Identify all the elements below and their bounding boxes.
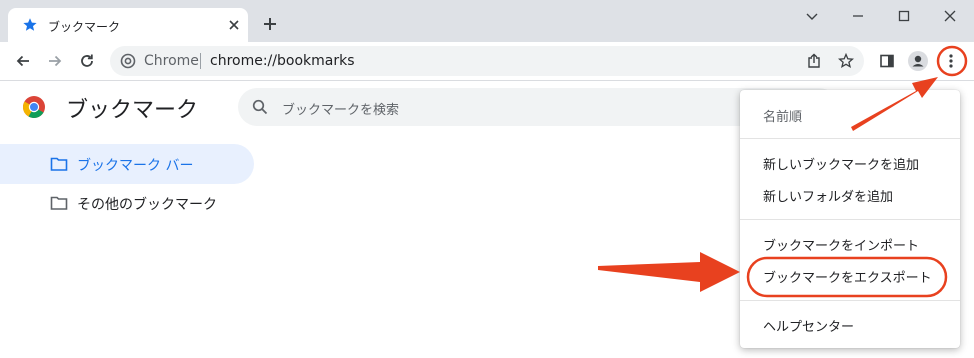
new-tab-plus-icon[interactable] <box>262 16 278 32</box>
sidebar-item-label: ブックマーク バー <box>77 158 194 174</box>
tab-bookmarks[interactable]: ブックマーク <box>8 8 248 42</box>
close-icon[interactable] <box>226 17 242 33</box>
reload-icon[interactable] <box>78 52 96 70</box>
kebab-menu-icon[interactable] <box>942 52 960 70</box>
chevron-down-icon[interactable] <box>804 8 820 24</box>
folder-icon <box>50 157 68 171</box>
bookmark-star-icon[interactable] <box>838 53 854 69</box>
search-icon <box>252 99 268 115</box>
side-panel-icon[interactable] <box>878 52 896 70</box>
sidebar-item-bookmark-bar[interactable]: ブックマーク バー <box>0 144 254 184</box>
search-input[interactable]: ブックマークを検索 <box>282 99 399 118</box>
url-text[interactable]: chrome://bookmarks <box>210 53 354 69</box>
sidebar-item-label: その他のブックマーク <box>77 197 217 213</box>
minimize-icon[interactable] <box>850 8 866 24</box>
maximize-icon[interactable] <box>896 8 912 24</box>
menu-item-add-folder[interactable]: 新しいフォルダを追加 <box>740 178 960 210</box>
tab-title: ブックマーク <box>48 20 121 34</box>
menu-item-import-bookmarks[interactable]: ブックマークをインポート <box>740 227 960 259</box>
profile-avatar-icon[interactable] <box>908 51 928 71</box>
omnibox-separator <box>200 53 201 69</box>
organize-menu: 名前順 新しいブックマークを追加 新しいフォルダを追加 ブックマークをインポート… <box>740 90 960 348</box>
arrow-to-export <box>598 252 740 292</box>
menu-item-add-bookmark[interactable]: 新しいブックマークを追加 <box>740 146 960 178</box>
forward-arrow-icon[interactable] <box>46 52 64 70</box>
page-title: ブックマーク <box>66 98 199 123</box>
site-chip-label: Chrome <box>144 53 199 69</box>
menu-item-label: ブックマークをエクスポート <box>763 271 932 286</box>
menu-item-label: 名前順 <box>763 110 803 125</box>
menu-item-label: 新しいブックマークを追加 <box>763 158 920 173</box>
chrome-logo <box>23 96 45 118</box>
address-bar[interactable]: Chrome chrome://bookmarks <box>110 46 864 76</box>
star-icon <box>23 18 37 31</box>
tab-strip: ブックマーク <box>0 0 974 42</box>
close-window-icon[interactable] <box>942 8 958 24</box>
menu-divider <box>740 300 960 301</box>
menu-item-sort-by-name[interactable]: 名前順 <box>740 98 960 130</box>
menu-item-label: ブックマークをインポート <box>763 239 920 254</box>
menu-divider <box>740 138 960 139</box>
menu-item-help-center[interactable]: ヘルプセンター <box>740 308 960 340</box>
menu-item-label: ヘルプセンター <box>763 320 855 335</box>
sidebar-item-other-bookmarks[interactable]: その他のブックマーク <box>0 183 254 223</box>
menu-item-label: 新しいフォルダを追加 <box>763 190 894 205</box>
menu-item-export-bookmarks[interactable]: ブックマークをエクスポート <box>740 259 960 291</box>
browser-toolbar: Chrome chrome://bookmarks <box>0 42 974 81</box>
chrome-site-icon <box>120 53 136 69</box>
back-arrow-icon[interactable] <box>14 52 32 70</box>
menu-divider <box>740 219 960 220</box>
folder-icon <box>50 196 68 210</box>
share-icon[interactable] <box>806 53 822 69</box>
